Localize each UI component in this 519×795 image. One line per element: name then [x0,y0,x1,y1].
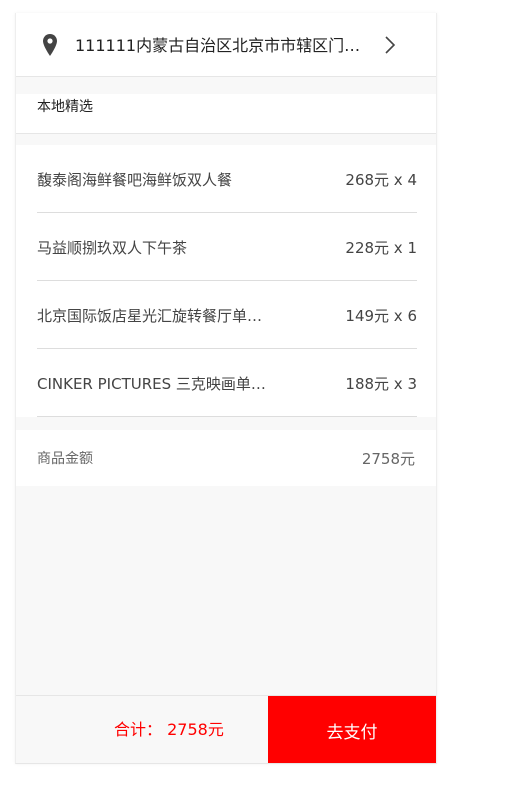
subtotal-row: 商品金额 2758元 [16,430,436,486]
item-price: 149元 x 6 [345,307,417,325]
item-price: 228元 x 1 [345,239,417,257]
chevron-right-icon [385,36,396,54]
list-item: 马益顺捌玖双人下午茶 228元 x 1 [37,213,417,281]
item-name: CINKER PICTURES 三克映画单人观影套餐 [37,375,277,393]
list-item: 馥泰阁海鲜餐吧海鲜饭双人餐 268元 x 4 [37,145,417,213]
address-selector[interactable]: 111111内蒙古自治区北京市市辖区门头沟区北京 [16,13,436,77]
subtotal-label: 商品金额 [37,451,93,467]
checkout-footer: 合计： 2758元 去支付 [16,695,436,763]
pay-button[interactable]: 去支付 [268,696,436,763]
location-pin-icon [43,34,57,56]
item-price: 268元 x 4 [345,171,417,189]
total-label: 合计： [114,720,163,739]
checkout-screen: 111111内蒙古自治区北京市市辖区门头沟区北京 本地精选 馥泰阁海鲜餐吧海鲜饭… [15,13,437,764]
item-name: 马益顺捌玖双人下午茶 [37,239,188,257]
item-price: 188元 x 3 [345,375,417,393]
address-text: 111111内蒙古自治区北京市市辖区门头沟区北京 [75,36,375,55]
shop-name: 本地精选 [37,99,93,115]
total-amount: 合计： 2758元 [114,719,224,741]
subtotal-value: 2758元 [361,450,415,468]
list-item: CINKER PICTURES 三克映画单人观影套餐 188元 x 3 [37,349,417,417]
item-name: 北京国际饭店星光汇旋转餐厅单人自助晚餐 [37,307,277,325]
item-name: 馥泰阁海鲜餐吧海鲜饭双人餐 [37,171,233,189]
shop-header: 本地精选 [16,94,436,134]
list-item: 北京国际饭店星光汇旋转餐厅单人自助晚餐 149元 x 6 [37,281,417,349]
total-value: 2758元 [167,720,224,739]
order-item-list: 馥泰阁海鲜餐吧海鲜饭双人餐 268元 x 4 马益顺捌玖双人下午茶 228元 x… [16,145,436,417]
